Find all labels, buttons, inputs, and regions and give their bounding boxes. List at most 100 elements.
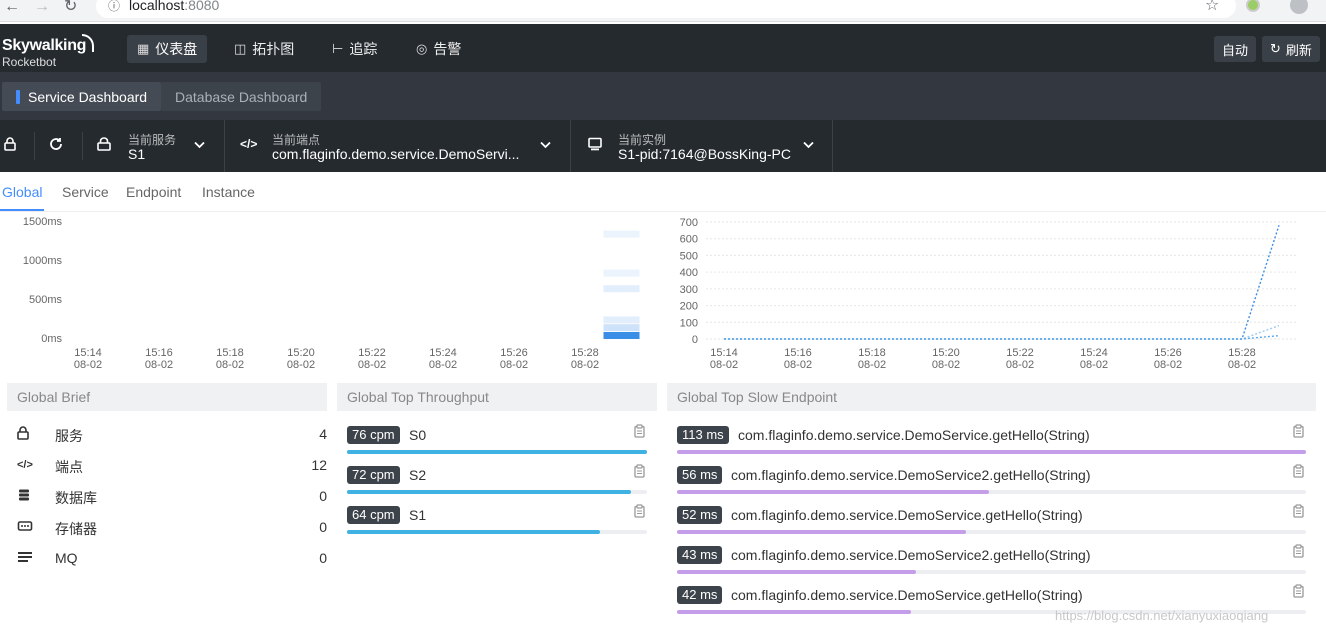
series-line <box>724 334 1280 340</box>
progress-track <box>677 490 1306 494</box>
tab-global[interactable]: Global <box>2 184 42 200</box>
x-tick-label: 08-02 <box>429 359 457 371</box>
progress-fill <box>677 530 967 534</box>
x-tick-label: 08-02 <box>1006 359 1034 371</box>
x-tick-label: 15:16 <box>784 347 812 359</box>
list-item[interactable]: 64 cpm S1 <box>347 504 647 536</box>
watermark-text: https://blog.csdn.net/xianyuxiaoqiang <box>1055 608 1269 623</box>
progress-fill <box>347 530 600 534</box>
extension-icon[interactable] <box>1246 0 1260 12</box>
selector-divider <box>832 120 833 172</box>
chevron-down-icon <box>194 138 205 152</box>
item-label: com.flaginfo.demo.service.DemoService.ge… <box>731 507 1083 523</box>
list-item[interactable]: 113 ms com.flaginfo.demo.service.DemoServ… <box>677 424 1306 456</box>
response-time-heatmap: 1500ms 1000ms 500ms 0ms 15:14 08-02 15:16 08-02… <box>0 213 660 373</box>
list-item[interactable]: 52 ms com.flaginfo.demo.service.DemoServi… <box>677 504 1306 536</box>
x-tick-label: 15:28 <box>1228 347 1256 359</box>
list-item[interactable]: 76 cpm S0 <box>347 424 647 456</box>
nav-trace-label: 追踪 <box>349 41 378 57</box>
service-selector-value: S1 <box>128 146 146 162</box>
throughput-title: Global Top Throughput <box>337 383 657 411</box>
trace-icon: ⊢ <box>332 41 344 56</box>
x-tick-label: 15:14 <box>710 347 738 359</box>
selector-divider <box>34 132 35 160</box>
reload-icon[interactable]: ↻ <box>64 0 77 15</box>
clipboard-icon[interactable] <box>1293 504 1304 521</box>
logo-swoosh-icon <box>82 34 94 52</box>
endpoint-selector-value: com.flaginfo.demo.service.DemoServi... <box>272 146 520 162</box>
site-info-icon[interactable]: ⓘ <box>108 0 120 12</box>
global-top-throughput-panel: Global Top Throughput 76 cpm S0 72 cpm S2 64… <box>337 383 657 634</box>
clipboard-icon[interactable] <box>1293 464 1304 481</box>
clipboard-icon[interactable] <box>1293 544 1304 561</box>
progress-track <box>677 450 1306 454</box>
instance-icon <box>588 137 602 154</box>
lock-icon[interactable] <box>4 137 16 154</box>
brief-label: 数据库 <box>55 490 97 506</box>
x-tick-label: 08-02 <box>710 359 738 371</box>
address-bar[interactable] <box>96 0 1236 18</box>
brief-label: 存储器 <box>55 521 97 537</box>
progress-fill <box>677 450 1306 454</box>
brief-label: 服务 <box>55 428 83 444</box>
line-chart-svg: 700600500400300200100015:1408-0215:1608-… <box>680 217 1296 371</box>
y-tick-label: 200 <box>680 301 698 313</box>
x-tick-label: 08-02 <box>145 359 173 371</box>
clipboard-icon[interactable] <box>1293 584 1304 601</box>
mq-icon <box>17 550 37 567</box>
clipboard-icon[interactable] <box>634 424 645 441</box>
x-tick-label: 08-02 <box>358 359 386 371</box>
x-tick-label: 08-02 <box>784 359 812 371</box>
x-tick-label: 15:18 <box>858 347 886 359</box>
forward-icon[interactable]: → <box>34 0 50 15</box>
tab-service-dashboard[interactable]: Service Dashboard <box>2 82 162 111</box>
item-label: S2 <box>409 467 427 483</box>
brief-row-mq: MQ 0 <box>17 550 327 570</box>
auto-refresh-button[interactable]: 自动 <box>1214 36 1257 62</box>
item-label: com.flaginfo.demo.service.DemoService2.g… <box>731 467 1091 483</box>
y-tick-label: 100 <box>680 317 698 329</box>
y-tick-label: 500ms <box>29 294 63 306</box>
heatmap-cell <box>603 316 640 324</box>
value-badge: 56 ms <box>677 466 723 484</box>
tab-endpoint[interactable]: Endpoint <box>126 184 181 200</box>
x-tick-label: 08-02 <box>1080 359 1108 371</box>
app-header: Skywalking Rocketbot ▦ 仪表盘 ◫ 拓扑图 ⊢ 追踪 ◎ … <box>0 24 1326 72</box>
tab-instance[interactable]: Instance <box>202 184 255 200</box>
brief-value: 12 <box>311 457 327 473</box>
selector-divider <box>82 132 83 160</box>
refresh-icon: ↻ <box>1270 41 1281 56</box>
dashboard-tab-bar: Service Dashboard Database Dashboard <box>0 72 1326 120</box>
back-icon[interactable]: ← <box>4 0 20 15</box>
clipboard-icon[interactable] <box>634 464 645 481</box>
brief-row-endpoints: </> 端点 12 <box>17 457 327 477</box>
selector-bar: 当前服务 S1 </> 当前端点 com.flaginfo.demo.servi… <box>0 120 1326 172</box>
refresh-button[interactable]: ↻ 刷新 <box>1262 36 1320 62</box>
progress-fill <box>677 570 917 574</box>
heatmap-cell <box>603 332 640 339</box>
x-tick-label: 08-02 <box>287 359 315 371</box>
tab-database-dashboard[interactable]: Database Dashboard <box>161 82 322 111</box>
heatmap-cell <box>603 230 640 238</box>
reload-selector-icon[interactable] <box>49 137 63 154</box>
storage-icon <box>17 519 37 536</box>
value-badge: 72 cpm <box>347 466 400 484</box>
heatmap-cell <box>603 285 640 293</box>
nav-alarm[interactable]: ◎ 告警 <box>406 35 471 63</box>
profile-avatar[interactable] <box>1290 0 1308 14</box>
clipboard-icon[interactable] <box>1293 424 1304 441</box>
nav-dashboard[interactable]: ▦ 仪表盘 <box>127 35 208 63</box>
list-item[interactable]: 56 ms com.flaginfo.demo.service.DemoServi… <box>677 464 1306 496</box>
nav-topology[interactable]: ◫ 拓扑图 <box>224 35 304 63</box>
brief-label: 端点 <box>55 459 83 475</box>
value-badge: 43 ms <box>677 546 723 564</box>
clipboard-icon[interactable] <box>634 504 645 521</box>
tab-service[interactable]: Service <box>62 184 109 200</box>
x-tick-label: 15:24 <box>1080 347 1108 359</box>
list-item[interactable]: 43 ms com.flaginfo.demo.service.DemoServi… <box>677 544 1306 576</box>
list-item[interactable]: 72 cpm S2 <box>347 464 647 496</box>
chevron-down-icon <box>803 138 814 152</box>
bookmark-star-icon[interactable]: ☆ <box>1205 0 1219 14</box>
y-tick-label: 600 <box>680 234 698 246</box>
nav-trace[interactable]: ⊢ 追踪 <box>322 35 387 63</box>
